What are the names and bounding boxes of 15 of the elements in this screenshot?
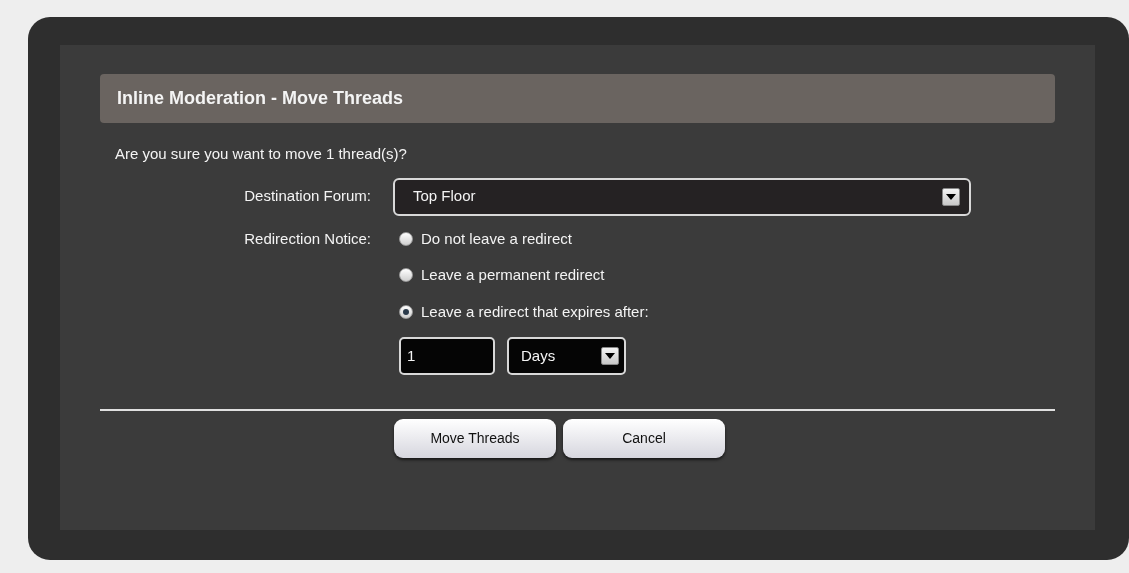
expiry-unit-select[interactable]: Days	[507, 337, 626, 375]
move-threads-button[interactable]: Move Threads	[394, 419, 556, 458]
dialog-title: Inline Moderation - Move Threads	[100, 74, 1055, 123]
redirection-label: Redirection Notice:	[243, 228, 372, 249]
radio-button[interactable]	[399, 304, 413, 319]
confirm-question: Are you sure you want to move 1 thread(s)?	[115, 144, 408, 164]
radio-label[interactable]: Leave a redirect that expires after:	[421, 300, 649, 323]
expiry-input[interactable]: 1	[399, 337, 495, 375]
radio-button[interactable]	[399, 231, 413, 246]
cancel-button[interactable]: Cancel	[563, 419, 725, 458]
radio-label[interactable]: Leave a permanent redirect	[421, 264, 605, 287]
destination-label: Destination Forum:	[243, 186, 372, 207]
destination-select[interactable]: Top Floor	[393, 177, 971, 216]
radio-button[interactable]	[399, 268, 413, 283]
radio-label[interactable]: Do not leave a redirect	[421, 227, 572, 250]
